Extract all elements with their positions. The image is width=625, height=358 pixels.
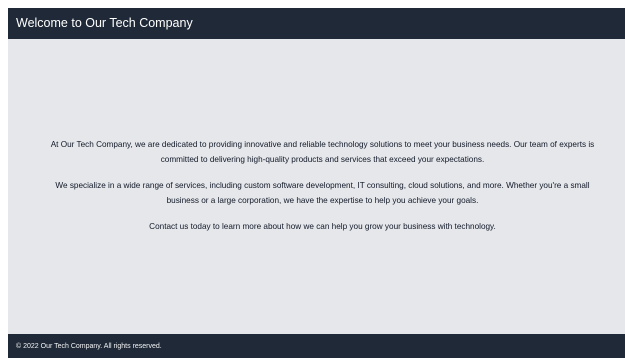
intro-paragraph: At Our Tech Company, we are dedicated to…	[50, 140, 595, 164]
site-header: Welcome to Our Tech Company	[8, 8, 625, 39]
main-content: At Our Tech Company, we are dedicated to…	[8, 39, 625, 334]
contact-paragraph: Contact us today to learn more about how…	[149, 222, 496, 232]
site-footer: © 2022 Our Tech Company. All rights rese…	[8, 334, 625, 358]
copyright-text: © 2022 Our Tech Company. All rights rese…	[16, 342, 162, 350]
services-paragraph: We specialize in a wide range of service…	[55, 181, 590, 205]
page-frame: Welcome to Our Tech Company At Our Tech …	[8, 8, 625, 358]
page-title: Welcome to Our Tech Company	[16, 16, 193, 31]
